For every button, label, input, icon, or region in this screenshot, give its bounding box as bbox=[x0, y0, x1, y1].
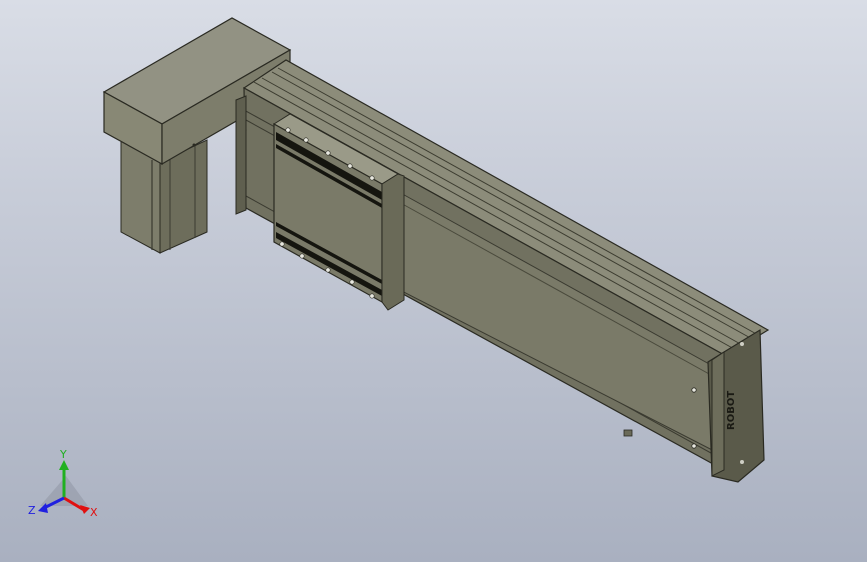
brand-logo-text: ROBOT bbox=[726, 391, 737, 430]
rail-motor-end-plate bbox=[235, 95, 247, 215]
triad-x-label: X bbox=[90, 506, 98, 519]
orientation-triad[interactable]: Y X Z bbox=[26, 448, 106, 523]
cad-viewport[interactable]: ROBOT bbox=[0, 0, 867, 562]
carriage-bracket bbox=[381, 173, 405, 311]
triad-z-label: Z bbox=[28, 504, 36, 517]
triad-y-label: Y bbox=[59, 448, 67, 461]
